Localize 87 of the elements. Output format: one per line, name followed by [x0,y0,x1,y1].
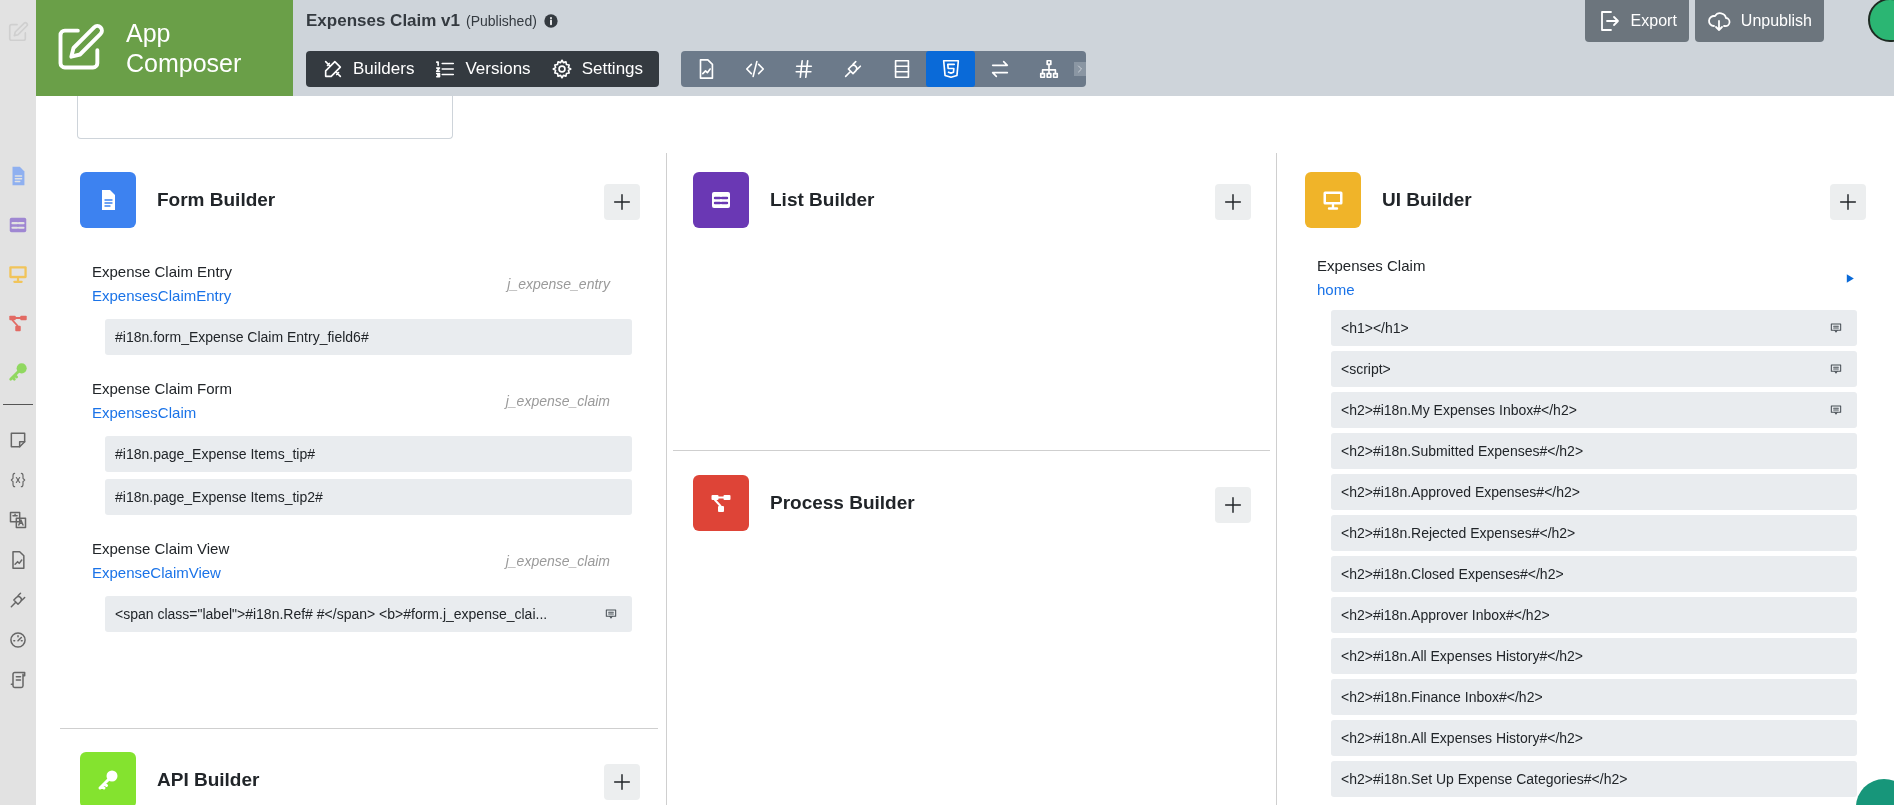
element-label: #i18n.page_Expense Items_tip# [115,444,316,464]
form-name: Expense Claim Form [92,379,233,399]
add-button[interactable] [1830,184,1866,220]
builder-title: List Builder [770,187,876,212]
element-row[interactable]: <h2>#i18n.Closed Expenses#</h2> [1331,556,1857,592]
element-row[interactable]: <h2>#i18n.Approver Inbox#</h2> [1331,597,1857,633]
tool-button[interactable] [926,51,976,87]
form-link[interactable]: ExpensesClaimEntry [92,284,233,308]
form-link[interactable]: ExpenseClaimView [92,561,230,585]
nav-tab[interactable]: Settings [540,51,654,87]
element-label: #i18n.page_Expense Items_tip2# [115,487,323,507]
element-label: <h2>#i18n.Finance Inbox#</h2> [1341,687,1543,707]
element-row[interactable]: <h2>#i18n.My Expenses Inbox#</h2> [1331,392,1857,428]
element-label: <h2>#i18n.All Expenses History#</h2> [1341,728,1584,748]
add-button[interactable] [604,764,640,800]
logo-text: App Composer [126,18,243,78]
element-row[interactable]: <h2>#i18n.Set Up Expense Categories#</h2> [1331,761,1857,797]
cloud-download-icon [1706,9,1731,33]
element-label: <h2>#i18n.My Expenses Inbox#</h2> [1341,400,1577,420]
element-row[interactable]: <h2>#i18n.Finance Inbox#</h2> [1331,679,1857,715]
add-button[interactable] [604,184,640,220]
builder-title: Form Builder [157,187,277,212]
numbered-list-icon [434,58,457,80]
plus-icon [1222,494,1244,516]
element-label: <h2>#i18n.Set Up Expense Categories#</h2> [1341,769,1628,789]
element-row[interactable]: <h2>#i18n.Submitted Expenses#</h2> [1331,433,1857,469]
input-field[interactable] [77,96,453,139]
plug-icon[interactable] [8,590,28,610]
comment-icon[interactable] [1829,362,1843,376]
element-label: <h2>#i18n.Approved Expenses#</h2> [1341,482,1580,502]
settings-icon [550,58,573,80]
info-icon[interactable] [542,13,559,29]
plus-icon [1837,191,1859,213]
plus-icon [611,771,633,793]
table-name: j_expense_claim [505,391,610,411]
translate-icon[interactable] [8,510,28,530]
builder-title: API Builder [157,767,261,792]
element-label: <h2>#i18n.Approver Inbox#</h2> [1341,605,1550,625]
add-button[interactable] [1215,184,1251,220]
element-label: <h2>#i18n.Rejected Expenses#</h2> [1341,523,1576,543]
comment-icon[interactable] [604,607,618,621]
action-button[interactable]: Export [1584,0,1689,42]
element-label: #i18n.form_Expense Claim Entry_field6# [115,327,369,347]
comment-icon[interactable] [1829,403,1843,417]
form-link[interactable]: ExpensesClaim [92,401,233,425]
braces-icon[interactable] [8,470,28,490]
comment-icon[interactable] [1829,321,1843,335]
form-name: Expense Claim View [92,539,230,559]
nav-tab[interactable]: Builders [312,51,425,87]
element-row[interactable]: <h1></h1> [1331,310,1857,346]
status-label: (Published) [466,11,537,31]
element-row[interactable]: #i18n.page_Expense Items_tip2# [105,479,632,515]
userview-link[interactable]: home [1317,278,1426,302]
element-label: <script> [1341,359,1391,379]
scroll-icon[interactable] [8,670,28,690]
element-label: <h1></h1> [1341,318,1409,338]
plus-icon [1222,191,1244,213]
builder-title: Process Builder [770,490,916,515]
key-icon [96,768,120,792]
element-row[interactable]: #i18n.form_Expense Claim Entry_field6# [105,319,632,355]
plus-icon [611,191,633,213]
element-row[interactable]: <h2>#i18n.Rejected Expenses#</h2> [1331,515,1857,551]
element-label: <h2>#i18n.Submitted Expenses#</h2> [1341,441,1584,461]
element-row[interactable]: <span class="label">#i18n.Ref# #</span> <b>#form.j_expense_clai... [105,596,632,632]
element-row[interactable]: <h2>#i18n.All Expenses History#</h2> [1331,638,1857,674]
form-name: Expense Claim Entry [92,262,233,282]
table-name: j_expense_entry [507,274,610,294]
sitemap-icon [1037,58,1060,80]
action-button[interactable]: Unpublish [1694,0,1824,42]
element-label: <span class="label">#i18n.Ref# #</span> <b>#form.j_expense_clai... [115,604,548,624]
element-row[interactable]: <script> [1331,351,1857,387]
note-icon[interactable] [8,430,28,450]
gauge-icon[interactable] [8,630,28,650]
code-icon [743,58,766,80]
element-row[interactable]: <h2>#i18n.Approved Expenses#</h2> [1331,474,1857,510]
hash-icon [792,58,815,80]
element-row[interactable]: #i18n.page_Expense Items_tip# [105,436,632,472]
element-row[interactable]: <h2>#i18n.All Expenses History#</h2> [1331,720,1857,756]
builder-title: UI Builder [1382,187,1473,212]
userview-name: Expenses Claim [1317,256,1426,276]
app-title: Expenses Claim v1 [306,10,461,33]
nav-tab[interactable]: Versions [424,51,541,87]
table-name: j_expense_claim [505,551,610,571]
add-button[interactable] [1215,487,1251,523]
element-label: <h2>#i18n.Closed Expenses#</h2> [1341,564,1564,584]
builders-icon [322,58,344,80]
element-label: <h2>#i18n.All Expenses History#</h2> [1341,646,1584,666]
